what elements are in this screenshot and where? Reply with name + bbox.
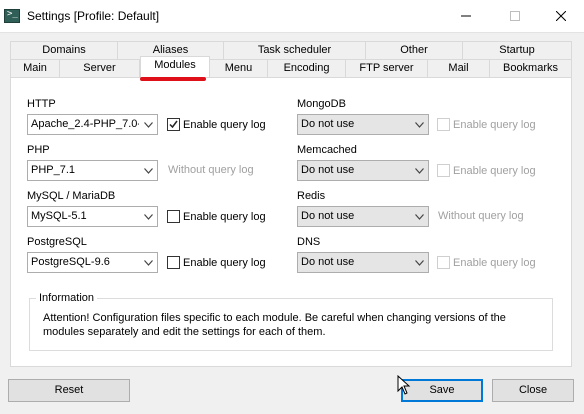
mysql-select-value: MySQL-5.1 <box>31 210 87 222</box>
tab-main[interactable]: Main <box>10 59 60 77</box>
dns-label: DNS <box>297 236 321 248</box>
mongodb-query-log-checkbox: Enable query log <box>437 118 536 131</box>
redis-select[interactable]: Do not use <box>297 206 429 227</box>
dns-query-log-checkbox: Enable query log <box>437 256 536 269</box>
mongodb-label: MongoDB <box>297 98 346 110</box>
maximize-icon <box>510 11 520 21</box>
chevron-down-icon <box>144 260 153 266</box>
memcached-label: Memcached <box>297 144 357 156</box>
checkbox-box[interactable] <box>167 210 180 223</box>
maximize-button[interactable] <box>492 0 538 32</box>
reset-button[interactable]: Reset <box>8 379 130 402</box>
checkmark-icon <box>169 120 178 129</box>
checkbox-box <box>437 118 450 131</box>
chevron-down-icon <box>144 168 153 174</box>
tab-row-front: Main Server Modules Menu Encoding FTP se… <box>10 56 572 77</box>
information-group: Information Attention! Configuration fil… <box>29 292 553 351</box>
tab-other[interactable]: Other <box>366 41 463 59</box>
memcached-select[interactable]: Do not use <box>297 160 429 181</box>
redis-select-value: Do not use <box>301 210 355 222</box>
postgresql-select[interactable]: PostgreSQL-9.6 <box>27 252 158 273</box>
window-title: Settings [Profile: Default] <box>27 9 160 23</box>
minimize-icon <box>461 15 471 17</box>
mongodb-select[interactable]: Do not use <box>297 114 429 135</box>
app-terminal-icon: >_ <box>4 9 20 23</box>
chevron-down-icon <box>415 122 424 128</box>
checkbox-box[interactable] <box>167 118 180 131</box>
postgresql-query-log-label: Enable query log <box>183 256 266 269</box>
postgresql-select-value: PostgreSQL-9.6 <box>31 256 110 268</box>
tab-mail[interactable]: Mail <box>428 59 490 77</box>
chevron-down-icon <box>415 168 424 174</box>
active-tab-marker <box>140 77 206 81</box>
save-button[interactable]: Save <box>401 379 483 402</box>
mysql-query-log-label: Enable query log <box>183 210 266 223</box>
close-window-button[interactable] <box>538 0 584 32</box>
tab-startup[interactable]: Startup <box>463 41 572 59</box>
checkbox-box <box>437 256 450 269</box>
tab-server[interactable]: Server <box>60 59 140 77</box>
redis-query-log-note: Without query log <box>438 210 524 222</box>
title-bar: >_ Settings [Profile: Default] <box>0 0 584 33</box>
tab-menu[interactable]: Menu <box>210 59 268 77</box>
http-label: HTTP <box>27 98 56 110</box>
mysql-label: MySQL / MariaDB <box>27 190 116 202</box>
tab-encoding[interactable]: Encoding <box>268 59 346 77</box>
chevron-down-icon <box>415 260 424 266</box>
chevron-down-icon <box>415 214 424 220</box>
tab-ftp-server[interactable]: FTP server <box>346 59 428 77</box>
php-label: PHP <box>27 144 50 156</box>
postgresql-label: PostgreSQL <box>27 236 87 248</box>
tab-row-back: Domains Aliases Task scheduler Other Sta… <box>10 41 572 59</box>
redis-label: Redis <box>297 190 326 202</box>
http-select-value: Apache_2.4-PHP_7.0- <box>31 118 139 130</box>
dns-select[interactable]: Do not use <box>297 252 429 273</box>
memcached-query-log-label: Enable query log <box>453 164 536 177</box>
tab-modules[interactable]: Modules <box>140 56 210 77</box>
http-query-log-checkbox[interactable]: Enable query log <box>167 118 266 131</box>
tab-domains[interactable]: Domains <box>10 41 118 59</box>
mongodb-select-value: Do not use <box>301 118 355 130</box>
information-text: Attention! Configuration files specific … <box>43 312 506 338</box>
mysql-select[interactable]: MySQL-5.1 <box>27 206 158 227</box>
checkbox-box[interactable] <box>167 256 180 269</box>
php-select[interactable]: PHP_7.1 <box>27 160 158 181</box>
close-button[interactable]: Close <box>492 379 574 402</box>
mouse-cursor-icon <box>397 375 411 395</box>
information-title: Information <box>36 292 98 304</box>
mysql-query-log-checkbox[interactable]: Enable query log <box>167 210 266 223</box>
php-select-value: PHP_7.1 <box>31 164 76 176</box>
chevron-down-icon <box>144 122 153 128</box>
modules-panel: HTTP Apache_2.4-PHP_7.0- Enable query lo… <box>10 77 572 367</box>
tab-task-scheduler[interactable]: Task scheduler <box>224 41 366 59</box>
minimize-button[interactable] <box>443 0 489 32</box>
memcached-select-value: Do not use <box>301 164 355 176</box>
memcached-query-log-checkbox: Enable query log <box>437 164 536 177</box>
mongodb-query-log-label: Enable query log <box>453 118 536 131</box>
php-query-log-note: Without query log <box>168 164 254 176</box>
close-icon <box>555 10 567 22</box>
chevron-down-icon <box>144 214 153 220</box>
dns-select-value: Do not use <box>301 256 355 268</box>
dns-query-log-label: Enable query log <box>453 256 536 269</box>
http-query-log-label: Enable query log <box>183 118 266 131</box>
postgresql-query-log-checkbox[interactable]: Enable query log <box>167 256 266 269</box>
tab-bookmarks[interactable]: Bookmarks <box>490 59 572 77</box>
checkbox-box <box>437 164 450 177</box>
http-select[interactable]: Apache_2.4-PHP_7.0- <box>27 114 158 135</box>
